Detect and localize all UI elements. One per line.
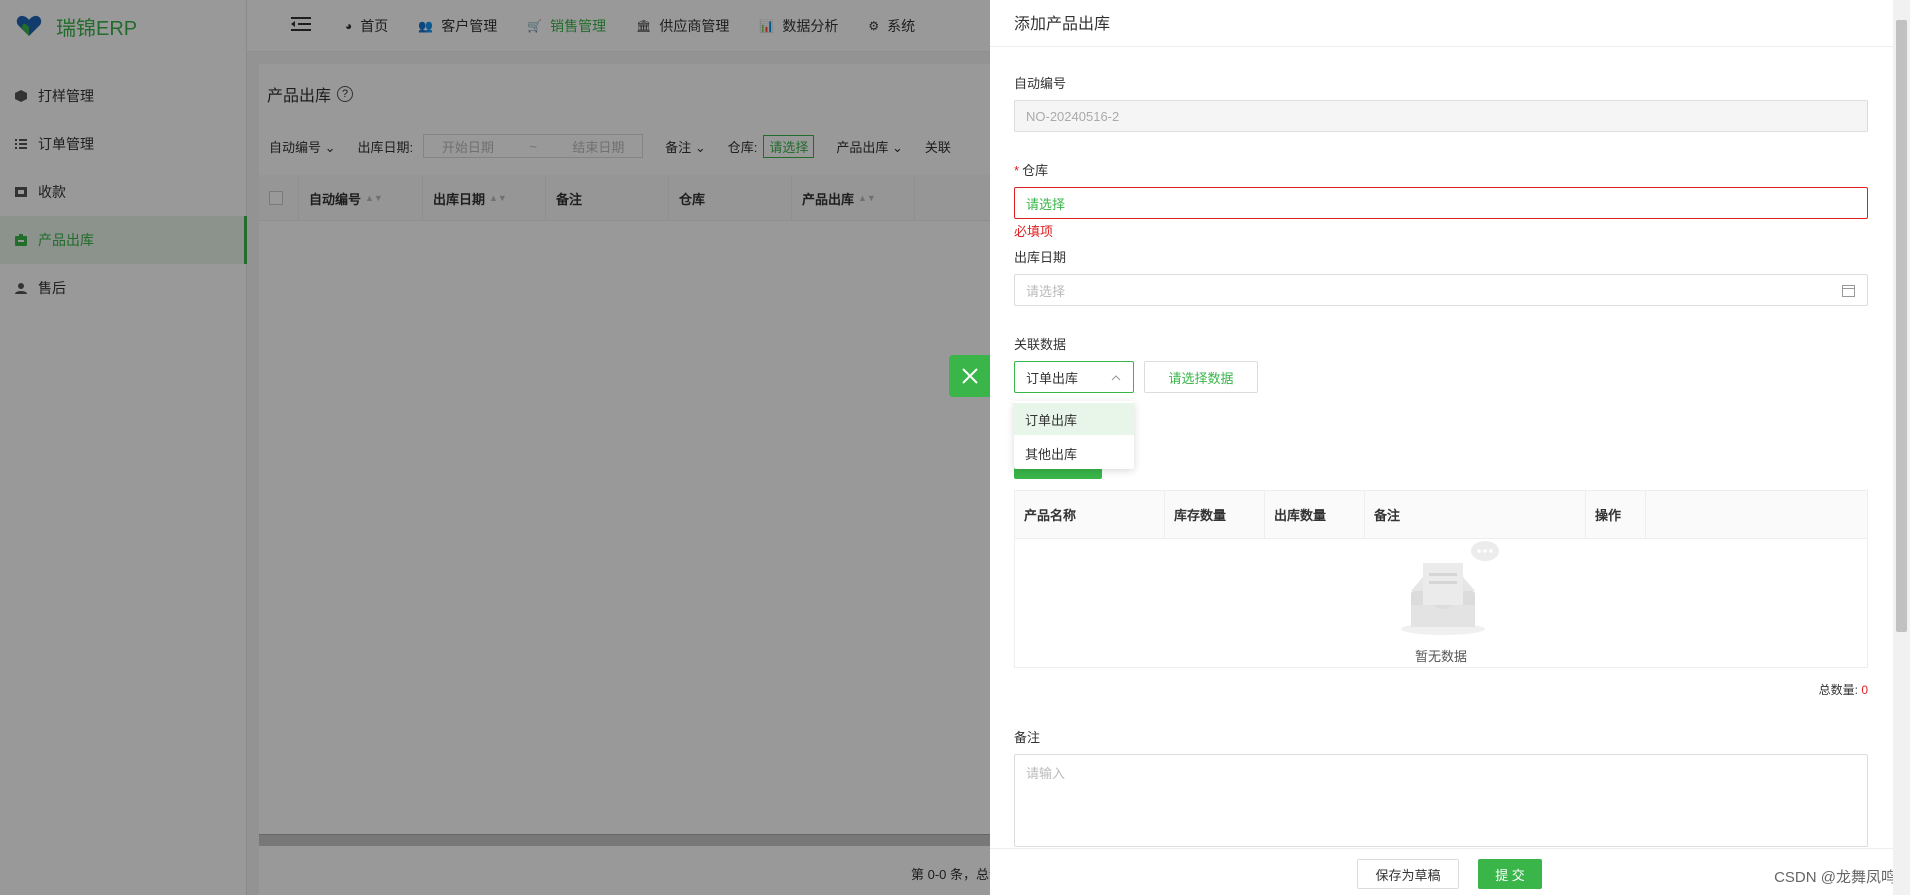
empty-box-icon bbox=[1401, 541, 1499, 635]
column-header: 出库数量 bbox=[1265, 491, 1365, 538]
add-outbound-drawer: 添加产品出库 自动编号 NO-20240516-2 * 仓库 请选择 必填项 出库… bbox=[990, 0, 1900, 895]
drawer-close-button[interactable] bbox=[949, 355, 991, 397]
save-draft-button[interactable]: 保存为草稿 bbox=[1357, 859, 1459, 889]
total-value: 0 bbox=[1861, 683, 1868, 697]
drawer-title: 添加产品出库 bbox=[990, 0, 1900, 47]
warehouse-error: 必填项 bbox=[1014, 224, 1054, 239]
dropdown-option-other[interactable]: 其他出库 bbox=[1014, 437, 1134, 469]
calendar-icon bbox=[1842, 284, 1855, 300]
related-value: 订单出库 bbox=[1026, 370, 1079, 386]
watermark: CSDN @龙舞凤鸣 bbox=[1774, 869, 1896, 886]
remark-label: 备注 bbox=[1014, 730, 1041, 745]
column-header: 备注 bbox=[1365, 491, 1586, 538]
dropdown-option-order[interactable]: 订单出库 bbox=[1014, 403, 1134, 435]
column-header: 操作 bbox=[1586, 491, 1646, 538]
auto-no-value: NO-20240516-2 bbox=[1026, 108, 1120, 124]
drawer-footer: 保存为草稿 提 交 bbox=[990, 848, 1900, 895]
total-label: 总数量: bbox=[1818, 683, 1858, 697]
warehouse-label-text: 仓库 bbox=[1022, 163, 1049, 178]
scrollbar-thumb[interactable] bbox=[1896, 20, 1907, 632]
date-picker[interactable]: 请选择 bbox=[1014, 274, 1868, 306]
related-type-select[interactable]: 订单出库 bbox=[1014, 361, 1134, 393]
submit-button[interactable]: 提 交 bbox=[1478, 859, 1542, 889]
auto-no-label: 自动编号 bbox=[1014, 76, 1067, 91]
related-label: 关联数据 bbox=[1014, 337, 1067, 352]
remark-textarea[interactable]: 请输入 bbox=[1014, 754, 1868, 847]
modal-overlay[interactable] bbox=[0, 0, 990, 895]
date-label: 出库日期 bbox=[1014, 250, 1067, 265]
warehouse-placeholder: 请选择 bbox=[1026, 196, 1066, 212]
vertical-scrollbar[interactable] bbox=[1893, 0, 1910, 895]
remark-placeholder: 请输入 bbox=[1026, 766, 1066, 781]
date-placeholder: 请选择 bbox=[1026, 283, 1066, 299]
empty-state: 暂无数据 bbox=[1015, 539, 1867, 667]
column-header: 产品名称 bbox=[1015, 491, 1165, 538]
warehouse-label: * 仓库 bbox=[1014, 160, 1048, 179]
product-table: 产品名称 库存数量 出库数量 备注 操作 暂无数据 bbox=[1014, 490, 1868, 668]
chevron-up-icon bbox=[1111, 371, 1121, 386]
required-mark: * bbox=[1014, 163, 1020, 178]
related-type-dropdown: 订单出库 其他出库 bbox=[1014, 401, 1134, 469]
product-table-header: 产品名称 库存数量 出库数量 备注 操作 bbox=[1015, 491, 1867, 539]
select-data-button[interactable]: 请选择数据 bbox=[1144, 361, 1258, 393]
empty-text: 暂无数据 bbox=[1414, 649, 1467, 664]
total-quantity: 总数量: 0 bbox=[1819, 681, 1868, 698]
column-header: 库存数量 bbox=[1165, 491, 1265, 538]
close-icon bbox=[962, 368, 978, 384]
auto-no-field: NO-20240516-2 bbox=[1014, 100, 1868, 132]
warehouse-select[interactable]: 请选择 bbox=[1014, 187, 1868, 219]
